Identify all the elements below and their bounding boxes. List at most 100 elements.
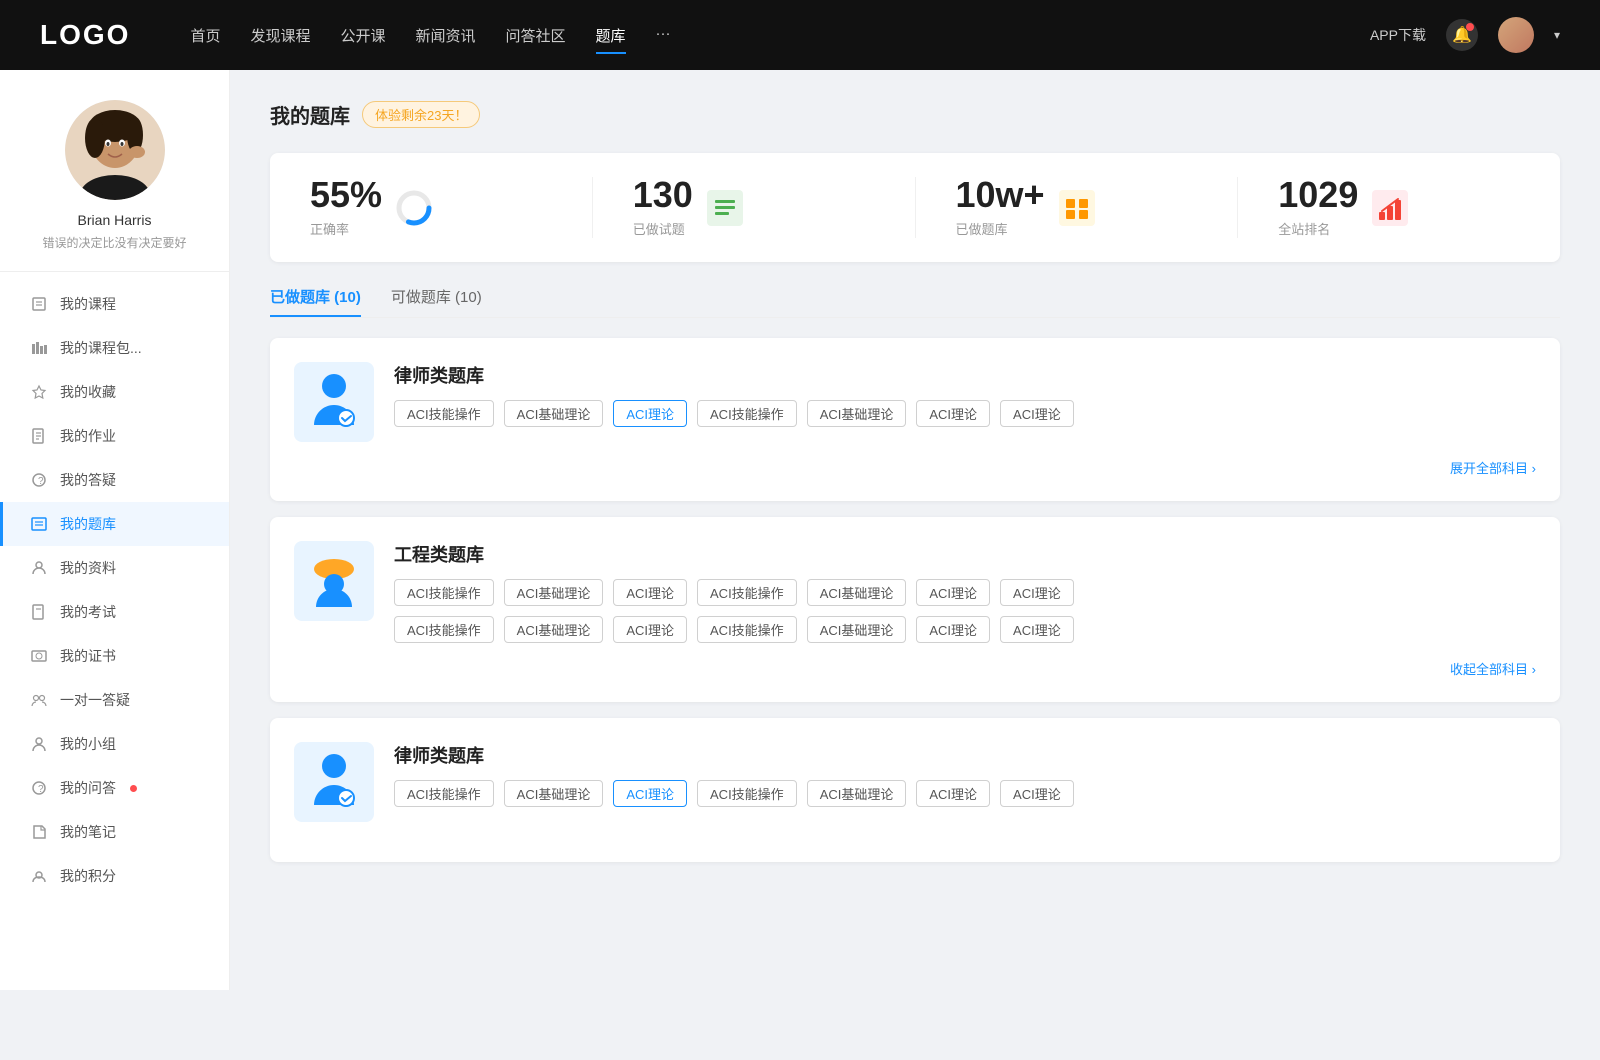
nav-qa[interactable]: 问答社区 [506, 21, 566, 50]
svg-text:?: ? [38, 476, 44, 487]
coursepack-icon [30, 339, 48, 357]
tag[interactable]: ACI基础理论 [807, 780, 907, 807]
accuracy-chart-icon [394, 188, 434, 228]
tag[interactable]: ACI基础理论 [504, 616, 604, 643]
exam-icon [30, 603, 48, 621]
sidebar-item-profile[interactable]: 我的资料 [0, 546, 229, 590]
sidebar-item-coursepack[interactable]: 我的课程包... [0, 326, 229, 370]
qbank-title-engineer: 工程类题库 [394, 541, 1536, 567]
qbank-icon-lawyer-1 [294, 362, 374, 442]
tag[interactable]: ACI基础理论 [807, 400, 907, 427]
tag[interactable]: ACI理论 [916, 579, 990, 606]
sidebar-item-notes[interactable]: 我的笔记 [0, 810, 229, 854]
points-icon [30, 867, 48, 885]
tag[interactable]: ACI理论 [613, 616, 687, 643]
sidebar-item-oneononе[interactable]: 一对一答疑 [0, 678, 229, 722]
stat-ranking: 1029 全站排名 [1238, 177, 1560, 238]
sidebar-item-myqa[interactable]: ? 我的问答 [0, 766, 229, 810]
sidebar-item-group[interactable]: 我的小组 [0, 722, 229, 766]
nav-home[interactable]: 首页 [190, 21, 220, 50]
sidebar-item-homework[interactable]: 我的作业 [0, 414, 229, 458]
sidebar-item-qa[interactable]: ? 我的答疑 [0, 458, 229, 502]
stat-done-banks: 10w+ 已做题库 [916, 177, 1239, 238]
nav-discover[interactable]: 发现课程 [250, 21, 310, 50]
profile-name: Brian Harris [78, 212, 152, 228]
stat-ranking-value: 1029 [1278, 177, 1358, 213]
done-banks-icon [1057, 188, 1097, 228]
tag[interactable]: ACI技能操作 [394, 616, 494, 643]
user-dropdown-arrow[interactable]: ▾ [1554, 28, 1560, 42]
tag[interactable]: ACI理论 [916, 616, 990, 643]
tag[interactable]: ACI理论 [1000, 616, 1074, 643]
stat-ranking-label: 全站排名 [1278, 219, 1358, 238]
sidebar-item-points[interactable]: 我的积分 [0, 854, 229, 898]
oneononе-icon [30, 691, 48, 709]
tag[interactable]: ACI理论 [916, 400, 990, 427]
sidebar: Brian Harris 错误的决定比没有决定要好 我的课程 我的课程包... [0, 70, 230, 990]
sidebar-item-mycourse[interactable]: 我的课程 [0, 282, 229, 326]
nav-news[interactable]: 新闻资讯 [416, 21, 476, 50]
tag[interactable]: ACI技能操作 [394, 579, 494, 606]
stats-row: 55% 正确率 130 已做试题 [270, 153, 1560, 262]
qbank-icon-lawyer-2 [294, 742, 374, 822]
qbank-tags-lawyer-1: ACI技能操作 ACI基础理论 ACI理论 ACI技能操作 ACI基础理论 AC… [394, 400, 1536, 427]
ranking-icon [1370, 188, 1410, 228]
favorites-label: 我的收藏 [60, 382, 116, 402]
app-download-button[interactable]: APP下载 [1370, 25, 1426, 45]
svg-text:?: ? [38, 784, 44, 795]
stat-done-questions-label: 已做试题 [633, 219, 693, 238]
tag[interactable]: ACI理论 [916, 780, 990, 807]
myqa-notification-dot [130, 785, 137, 792]
qbank-title-lawyer-1: 律师类题库 [394, 362, 1536, 388]
main-content: 我的题库 体验剩余23天！ 55% 正确率 130 [230, 70, 1600, 990]
tag[interactable]: ACI理论 [613, 579, 687, 606]
tag[interactable]: ACI理论 [1000, 579, 1074, 606]
tag[interactable]: ACI基础理论 [504, 579, 604, 606]
page-header: 我的题库 体验剩余23天！ [270, 100, 1560, 129]
qbank-card-lawyer-1: 律师类题库 ACI技能操作 ACI基础理论 ACI理论 ACI技能操作 ACI基… [270, 338, 1560, 501]
myqa-label: 我的问答 [60, 778, 116, 798]
notification-bell[interactable]: 🔔 [1446, 19, 1478, 51]
nav-logo: LOGO [40, 19, 130, 51]
sidebar-item-favorites[interactable]: 我的收藏 [0, 370, 229, 414]
collapse-engineer[interactable]: 收起全部科目 › [294, 659, 1536, 678]
qa-icon: ? [30, 471, 48, 489]
tag[interactable]: ACI技能操作 [697, 400, 797, 427]
sidebar-item-exam[interactable]: 我的考试 [0, 590, 229, 634]
tab-todo[interactable]: 可做题库 (10) [391, 286, 482, 317]
tag[interactable]: ACI技能操作 [394, 780, 494, 807]
tag[interactable]: ACI技能操作 [697, 579, 797, 606]
tag[interactable]: ACI基础理论 [504, 400, 604, 427]
sidebar-item-questionbank[interactable]: 我的题库 [0, 502, 229, 546]
tab-done[interactable]: 已做题库 (10) [270, 286, 361, 317]
stat-done-questions-value: 130 [633, 177, 693, 213]
expand-lawyer-1[interactable]: 展开全部科目 › [294, 458, 1536, 477]
tag[interactable]: ACI理论 [1000, 400, 1074, 427]
tag[interactable]: ACI基础理论 [807, 616, 907, 643]
certificate-label: 我的证书 [60, 646, 116, 666]
tag-active[interactable]: ACI理论 [613, 780, 687, 807]
nav-questionbank[interactable]: 题库 [596, 21, 626, 50]
tag[interactable]: ACI理论 [1000, 780, 1074, 807]
oneononе-label: 一对一答疑 [60, 690, 130, 710]
tag[interactable]: ACI基础理论 [807, 579, 907, 606]
nav-right: APP下载 🔔 ▾ [1370, 17, 1560, 53]
sidebar-item-certificate[interactable]: 我的证书 [0, 634, 229, 678]
profile-data-label: 我的资料 [60, 558, 116, 578]
tag-active[interactable]: ACI理论 [613, 400, 687, 427]
tag[interactable]: ACI技能操作 [394, 400, 494, 427]
tag[interactable]: ACI技能操作 [697, 780, 797, 807]
qbank-tags-lawyer-2: ACI技能操作 ACI基础理论 ACI理论 ACI技能操作 ACI基础理论 AC… [394, 780, 1536, 807]
qbank-title-lawyer-2: 律师类题库 [394, 742, 1536, 768]
tag[interactable]: ACI技能操作 [697, 616, 797, 643]
nav-opencourse[interactable]: 公开课 [340, 21, 385, 50]
homework-icon [30, 427, 48, 445]
tag[interactable]: ACI基础理论 [504, 780, 604, 807]
nav-more[interactable]: ··· [656, 21, 671, 50]
navbar: LOGO 首页 发现课程 公开课 新闻资讯 问答社区 题库 ··· APP下载 … [0, 0, 1600, 70]
qbank-card-engineer: 工程类题库 ACI技能操作 ACI基础理论 ACI理论 ACI技能操作 ACI基… [270, 517, 1560, 702]
certificate-icon [30, 647, 48, 665]
user-avatar[interactable] [1498, 17, 1534, 53]
stat-accuracy-value: 55% [310, 177, 382, 213]
qbank-tags-engineer-row1: ACI技能操作 ACI基础理论 ACI理论 ACI技能操作 ACI基础理论 AC… [394, 579, 1536, 606]
